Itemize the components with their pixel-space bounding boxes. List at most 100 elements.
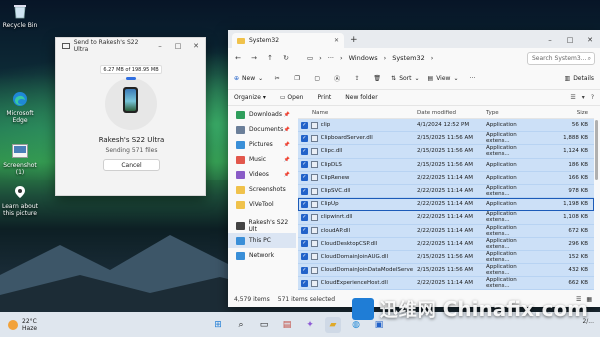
- minimize-icon[interactable]: –: [540, 36, 560, 44]
- checkbox-icon[interactable]: ✓: [301, 187, 308, 195]
- sidebar-item-rakesh-s-s22-ult[interactable]: Rakesh's S22 Ult: [228, 218, 296, 233]
- sort-label: Sort: [399, 75, 412, 82]
- checkbox-icon[interactable]: ✓: [301, 266, 308, 274]
- breadcrumb[interactable]: ▭ › ··· › Windows › System32 ›: [307, 54, 433, 62]
- weather-widget[interactable]: 22°C Haze: [0, 318, 37, 332]
- column-date[interactable]: Date modified: [413, 110, 484, 116]
- checkbox-icon[interactable]: ✓: [301, 147, 308, 155]
- share-icon[interactable]: ⇪: [351, 73, 363, 85]
- new-button[interactable]: ⊕ New ⌄: [234, 75, 263, 82]
- file-date: 2/15/2025 11:56 AM: [417, 148, 474, 155]
- copy-icon[interactable]: ❐: [291, 73, 303, 85]
- forward-icon[interactable]: →: [249, 54, 259, 62]
- checkbox-icon[interactable]: ✓: [301, 134, 308, 142]
- sidebar-item-screenshots[interactable]: Screenshots: [228, 182, 296, 197]
- sidebar-item-network[interactable]: Network: [228, 248, 296, 263]
- delete-icon[interactable]: 🗑: [371, 73, 383, 85]
- task-view-icon[interactable]: ▭: [256, 317, 272, 333]
- rename-icon[interactable]: Ⓐ: [331, 73, 343, 85]
- tab-system32[interactable]: System32 ✕: [232, 33, 344, 48]
- table-row[interactable]: ✓ CloudDomainJoinAUG.dll 2/15/2025 11:56 A…: [298, 250, 594, 265]
- column-type[interactable]: Type: [484, 110, 539, 116]
- back-icon[interactable]: ←: [233, 54, 243, 62]
- checkbox-icon[interactable]: ✓: [301, 253, 308, 261]
- paste-icon[interactable]: ▢: [311, 73, 323, 85]
- view-button[interactable]: ▤ View ⌄: [428, 75, 459, 82]
- sidebar-item-pictures[interactable]: Pictures 📌: [228, 137, 296, 152]
- watermark-cn: 迅维网: [379, 300, 437, 321]
- print-button[interactable]: Print: [317, 94, 331, 101]
- file-list: Name Date modified Type Size ✓ clip 4/1/20…: [298, 107, 594, 291]
- desktop-icon-learn-picture[interactable]: Learn about this picture: [0, 183, 40, 217]
- view-toggle-icon[interactable]: ☰: [570, 94, 575, 101]
- minimize-icon[interactable]: –: [151, 42, 169, 50]
- sidebar-item-downloads[interactable]: Downloads 📌: [228, 107, 296, 122]
- table-row[interactable]: ✓ ClipboardServer.dll 2/15/2025 11:56 AM Ap…: [298, 132, 594, 146]
- table-row[interactable]: ✓ ClipSVC.dll 2/22/2025 11:14 AM Applicatio…: [298, 184, 594, 199]
- breadcrumb-item[interactable]: Windows: [349, 54, 378, 62]
- more-options-icon[interactable]: ···: [466, 73, 478, 85]
- table-row[interactable]: ✓ cloudAP.dll 2/22/2025 11:14 AM Applicatio…: [298, 224, 594, 238]
- widgets-icon[interactable]: ▤: [279, 317, 295, 333]
- sidebar-item-vivetool[interactable]: ViVeTool: [228, 197, 296, 212]
- cut-icon[interactable]: ✂: [271, 73, 283, 85]
- new-folder-button[interactable]: New folder: [345, 94, 377, 101]
- checkbox-icon[interactable]: ✓: [301, 240, 308, 248]
- close-icon[interactable]: ✕: [187, 42, 205, 50]
- table-row[interactable]: ✓ CloudDomainJoinDataModelServer.dll 2/15/…: [298, 264, 594, 278]
- scrollbar[interactable]: [595, 120, 598, 180]
- watermark-en: Chinafix.com: [442, 297, 588, 321]
- file-type: Application extens...: [486, 237, 517, 250]
- checkbox-icon[interactable]: ✓: [301, 213, 308, 221]
- column-name[interactable]: Name: [298, 110, 413, 116]
- table-row[interactable]: ✓ clipwinrt.dll 2/22/2025 11:14 AM Applicat…: [298, 211, 594, 225]
- column-size[interactable]: Size: [539, 110, 591, 116]
- maximize-icon[interactable]: □: [560, 36, 580, 44]
- start-icon[interactable]: ⊞: [210, 317, 226, 333]
- table-row[interactable]: ✓ CloudDesktopCSP.dll 2/22/2025 11:14 AM Ap…: [298, 237, 594, 251]
- copilot-icon[interactable]: ✦: [302, 317, 318, 333]
- sub-command-bar: Organize ▾ ▭ Open Print New folder ☰ ▾ ?: [228, 90, 600, 106]
- refresh-icon[interactable]: ↻: [281, 54, 291, 62]
- checkbox-icon[interactable]: ✓: [301, 121, 308, 129]
- open-button[interactable]: ▭ Open: [280, 94, 304, 101]
- organize-button[interactable]: Organize ▾: [234, 94, 266, 101]
- file-type: Application extens...: [486, 250, 517, 263]
- desktop-icon-recycle-bin[interactable]: Recycle Bin: [0, 2, 40, 29]
- help-icon[interactable]: ?: [591, 94, 594, 101]
- checkbox-icon[interactable]: ✓: [301, 200, 308, 208]
- table-row[interactable]: ✓ ClipUp 2/22/2025 11:14 AM Application 1,19…: [298, 198, 594, 212]
- sidebar-item-documents[interactable]: Documents 📌: [228, 122, 296, 137]
- table-row[interactable]: ✓ ClipRenew 2/22/2025 11:14 AM Application 1…: [298, 171, 594, 185]
- cancel-button[interactable]: Cancel: [103, 159, 160, 171]
- sidebar-item-videos[interactable]: Videos 📌: [228, 167, 296, 182]
- checkbox-icon[interactable]: ✓: [301, 174, 308, 182]
- sidebar-item-this-pc[interactable]: This PC: [228, 233, 296, 248]
- details-button[interactable]: ▥ Details: [565, 75, 594, 82]
- table-row[interactable]: ✓ ClipDLS 2/15/2025 11:56 AM Application 186…: [298, 158, 594, 172]
- chevron-down-icon[interactable]: ▾: [582, 94, 585, 101]
- search-icon[interactable]: ⌕: [233, 317, 249, 333]
- checkbox-icon[interactable]: ✓: [301, 227, 308, 235]
- table-row[interactable]: ✓ CloudExperienceHost.dll 2/22/2025 11:14 …: [298, 277, 594, 291]
- file-explorer-icon[interactable]: ▰: [325, 317, 341, 333]
- file-explorer-window: System32 ✕ + – □ ✕ ← → ↑ ↻ ▭ › ··· › Win…: [228, 30, 600, 307]
- breadcrumb-item[interactable]: System32: [392, 54, 425, 62]
- search-input[interactable]: Search System3... ⌕: [527, 51, 595, 65]
- close-icon[interactable]: ✕: [580, 36, 600, 44]
- desktop-icon-screenshot[interactable]: Screenshot (1): [0, 142, 40, 176]
- file-size: 672 KB: [568, 227, 588, 234]
- sort-button[interactable]: ⇅ Sort ⌄: [391, 75, 419, 82]
- desktop-icon-edge[interactable]: Microsoft Edge: [0, 90, 40, 124]
- table-row[interactable]: ✓ Clipc.dll 2/15/2025 11:56 AM Application …: [298, 145, 594, 159]
- chevron-right-icon: ›: [430, 54, 434, 62]
- up-icon[interactable]: ↑: [265, 54, 275, 62]
- checkbox-icon[interactable]: ✓: [301, 161, 308, 169]
- sidebar-item-label: Pictures: [249, 141, 273, 148]
- new-tab-icon[interactable]: +: [350, 35, 358, 45]
- sidebar-item-music[interactable]: Music 📌: [228, 152, 296, 167]
- tab-close-icon[interactable]: ✕: [334, 37, 339, 44]
- checkbox-icon[interactable]: ✓: [301, 279, 308, 287]
- maximize-icon[interactable]: □: [169, 42, 187, 50]
- table-row[interactable]: ✓ clip 4/1/2024 12:52 PM Application 56 KB: [298, 119, 594, 133]
